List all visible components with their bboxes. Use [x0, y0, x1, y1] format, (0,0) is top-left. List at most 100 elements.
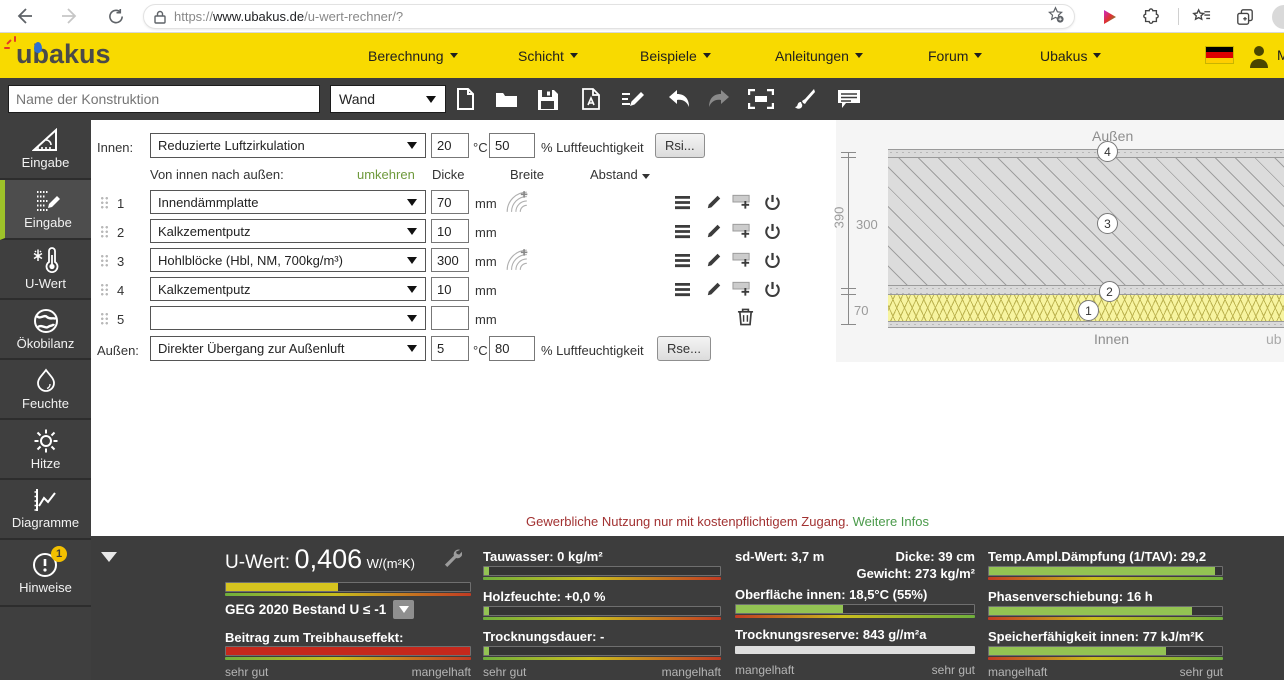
layer4-menu-button[interactable]: [672, 279, 692, 299]
layer2-toggle-button[interactable]: [762, 221, 782, 241]
layer5-material-select[interactable]: [150, 306, 426, 330]
layer3-insert-button[interactable]: [732, 250, 752, 270]
sidebar-item-diagramme[interactable]: Diagramme: [0, 480, 91, 540]
pdf-export-button[interactable]: [578, 86, 604, 112]
aussen-surface-select[interactable]: Direkter Übergang zur Außenluft: [150, 336, 426, 361]
layer-marker-3[interactable]: 3: [1097, 213, 1118, 234]
material-texture-icon[interactable]: [505, 190, 529, 214]
tab-copy-button[interactable]: [1232, 4, 1258, 29]
aussen-humidity-input[interactable]: [489, 336, 535, 361]
browser-refresh-button[interactable]: [104, 4, 128, 28]
layer-marker-1[interactable]: 1: [1078, 300, 1099, 321]
wall-layer-4-plaster[interactable]: [888, 149, 1284, 158]
layer2-insert-button[interactable]: [732, 221, 752, 241]
sidebar-item-uwert[interactable]: U-Wert: [0, 240, 91, 300]
browser-extension-button[interactable]: [1096, 4, 1122, 29]
nav-item-forum[interactable]: Forum: [928, 33, 982, 78]
umkehren-link[interactable]: umkehren: [357, 167, 415, 182]
layer3-toggle-button[interactable]: [762, 250, 782, 270]
layer4-thickness-input[interactable]: [431, 277, 469, 301]
layer3-menu-button[interactable]: [672, 250, 692, 270]
layer1-material-select[interactable]: Innendämmplatte: [150, 190, 426, 214]
open-folder-button[interactable]: [493, 86, 519, 112]
layer3-thickness-input[interactable]: [431, 248, 469, 272]
layer-marker-4[interactable]: 4: [1097, 141, 1118, 162]
layer4-insert-button[interactable]: [732, 279, 752, 299]
german-flag-icon[interactable]: [1205, 46, 1234, 64]
innen-humidity-input[interactable]: [489, 133, 535, 158]
sidebar-item-hinweise[interactable]: 1 Hinweise: [0, 540, 91, 607]
layer2-menu-button[interactable]: [672, 221, 692, 241]
nav-item-schicht[interactable]: Schicht: [518, 33, 578, 78]
layer5-delete-button[interactable]: [735, 307, 755, 327]
layer-drag-handle[interactable]: [100, 196, 109, 210]
aussen-temp-input[interactable]: [431, 336, 469, 361]
col-header-abstand[interactable]: Abstand: [590, 167, 650, 182]
browser-chrome: https://www.ubakus.de/u-wert-rechner/?: [0, 0, 1284, 33]
layer1-insert-button[interactable]: [732, 192, 752, 212]
site-logo[interactable]: ubakus: [16, 39, 111, 70]
add-layer-icon: [732, 222, 752, 240]
paint-button[interactable]: [792, 86, 818, 112]
layer2-material-select[interactable]: Kalkzementputz: [150, 219, 426, 243]
nav-item-beispiele[interactable]: Beispiele: [640, 33, 711, 78]
collapse-panel-button[interactable]: [101, 552, 117, 562]
layer-drag-handle[interactable]: [100, 283, 109, 297]
user-profile-icon[interactable]: [1248, 44, 1270, 68]
geg-select-button[interactable]: [393, 600, 414, 619]
sidebar-item-eingabe-layers[interactable]: Eingabe: [0, 180, 91, 240]
layer2-edit-button[interactable]: [704, 221, 724, 241]
material-texture-icon[interactable]: [505, 248, 529, 272]
sidebar-item-feuchte[interactable]: Feuchte: [0, 360, 91, 420]
layer2-thickness-input[interactable]: [431, 219, 469, 243]
nav-item-berechnung[interactable]: Berechnung: [368, 33, 458, 78]
layer3-edit-button[interactable]: [704, 250, 724, 270]
undo-arrow-icon: [667, 89, 691, 109]
new-document-button[interactable]: [452, 86, 478, 112]
weitere-infos-link[interactable]: Weitere Infos: [853, 514, 929, 529]
url-bar[interactable]: https://www.ubakus.de/u-wert-rechner/?: [143, 4, 1075, 29]
rse-button[interactable]: Rse...: [657, 336, 711, 361]
feedback-button[interactable]: [836, 86, 862, 112]
sidebar-item-hitze[interactable]: Hitze: [0, 420, 91, 480]
browser-forward-button[interactable]: [58, 4, 82, 28]
layer-drag-handle[interactable]: [100, 254, 109, 268]
sidebar-item-oekobilanz[interactable]: Ökobilanz: [0, 300, 91, 360]
save-button[interactable]: [534, 86, 560, 112]
extensions-puzzle-button[interactable]: [1138, 4, 1164, 29]
favorite-star-button[interactable]: [1047, 6, 1064, 28]
dimension-70: 70: [854, 303, 868, 318]
trash-icon: [737, 308, 754, 326]
layer1-thickness-input[interactable]: [431, 190, 469, 214]
layer1-menu-button[interactable]: [672, 192, 692, 212]
layer-drag-handle[interactable]: [100, 225, 109, 239]
wrench-icon[interactable]: [443, 548, 462, 567]
browser-back-button[interactable]: [12, 4, 36, 28]
construction-name-input[interactable]: [8, 85, 320, 113]
layer-drag-handle[interactable]: [100, 312, 109, 326]
layer5-thickness-input[interactable]: [431, 306, 469, 330]
layer1-edit-button[interactable]: [704, 192, 724, 212]
layer1-toggle-button[interactable]: [762, 192, 782, 212]
wall-layer-3-masonry[interactable]: [888, 158, 1284, 286]
layer4-material-select[interactable]: Kalkzementputz: [150, 277, 426, 301]
browser-profile-avatar[interactable]: [1272, 5, 1284, 29]
undo-button[interactable]: [666, 86, 692, 112]
layer3-material-select[interactable]: Hohlblöcke (Hbl, NM, 700kg/m³): [150, 248, 426, 272]
wall-layer-2-plaster[interactable]: [888, 286, 1284, 295]
collections-button[interactable]: [1188, 4, 1214, 29]
nav-item-ubakus[interactable]: Ubakus: [1040, 33, 1101, 78]
fullscreen-button[interactable]: [748, 86, 774, 112]
trocknungsdauer-gauge: [483, 646, 721, 660]
layer4-edit-button[interactable]: [704, 279, 724, 299]
rsi-button[interactable]: Rsi...: [655, 133, 705, 158]
layer-marker-2[interactable]: 2: [1099, 281, 1120, 302]
innen-surface-select[interactable]: Reduzierte Luftzirkulation: [150, 133, 426, 158]
sidebar-item-eingabe-geometry[interactable]: Eingabe: [0, 120, 91, 180]
sign-edit-button[interactable]: [620, 86, 646, 112]
innen-temp-input[interactable]: [431, 133, 469, 158]
layer4-toggle-button[interactable]: [762, 279, 782, 299]
redo-button[interactable]: [706, 86, 732, 112]
construction-type-select[interactable]: Wand: [330, 85, 446, 113]
nav-item-anleitungen[interactable]: Anleitungen: [775, 33, 863, 78]
